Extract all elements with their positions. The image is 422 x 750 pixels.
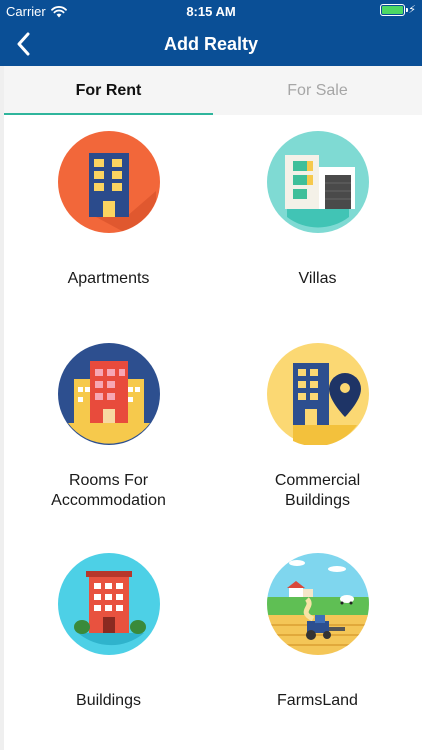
category-buildings[interactable]: Buildings — [4, 537, 213, 747]
tab-bar: For Rent For Sale — [4, 66, 422, 115]
category-label-commercial-line-2: Buildings — [285, 492, 350, 509]
category-commercial-buildings[interactable]: Commercial Buildings — [213, 327, 422, 537]
category-label-apartments: Apartments — [67, 270, 150, 287]
category-grid: Apartments Villas Rooms For Accommodatio… — [4, 115, 422, 750]
category-label-rooms-line-2: Accommodation — [51, 492, 166, 509]
tab-for-sale[interactable]: For Sale — [213, 66, 422, 115]
category-label-commercial-line-1: Commercial — [274, 472, 361, 489]
category-label-commercial: Commercial Buildings — [213, 471, 422, 511]
red-building-icon — [58, 553, 160, 655]
tab-for-rent[interactable]: For Rent — [4, 66, 213, 115]
nav-bar: Add Realty — [0, 22, 422, 66]
category-label-buildings: Buildings — [76, 692, 141, 709]
category-label-farmsland: FarmsLand — [277, 692, 358, 709]
status-bar: Carrier 8:15 AM ⚡ — [0, 0, 422, 22]
commercial-building-pin-icon — [267, 343, 369, 445]
category-label-villas: Villas — [298, 270, 337, 287]
status-time: 8:15 AM — [186, 4, 236, 19]
category-label-rooms-line-1: Rooms For — [68, 472, 149, 489]
farm-tractor-icon — [267, 553, 369, 655]
apartment-building-icon — [58, 131, 160, 233]
villa-icon — [267, 131, 369, 233]
rooms-building-icon — [58, 343, 160, 445]
status-right: ⚡ — [380, 3, 416, 16]
charging-bolt-icon: ⚡ — [408, 4, 416, 16]
battery-icon — [380, 3, 409, 16]
category-farmsland[interactable]: FarmsLand — [213, 537, 422, 747]
category-label-rooms: Rooms For Accommodation — [4, 471, 213, 511]
page-title: Add Realty — [163, 34, 259, 54]
app-header: Carrier 8:15 AM ⚡ Add Realty — [0, 0, 422, 66]
category-apartments[interactable]: Apartments — [4, 115, 213, 325]
category-villas[interactable]: Villas — [213, 115, 422, 325]
category-rooms-for-accommodation[interactable]: Rooms For Accommodation — [4, 327, 213, 537]
